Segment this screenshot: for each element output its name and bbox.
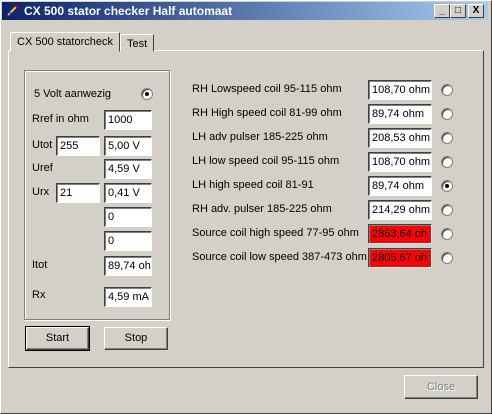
measurement-value-field[interactable]: 2863,64 oh: [368, 224, 432, 244]
rx-field[interactable]: 4,59 mA: [104, 287, 152, 307]
tab-test[interactable]: Test: [120, 34, 155, 51]
maximize-icon: □: [454, 5, 462, 16]
minimize-icon: _: [439, 5, 445, 16]
urx-field[interactable]: 0,41 V: [104, 183, 152, 203]
measurement-value-field[interactable]: 2805,67 oh: [368, 248, 432, 268]
measurement-radio[interactable]: [441, 180, 453, 192]
tab-statorcheck-label: CX 500 statorcheck: [17, 36, 113, 48]
five-volt-radio[interactable]: [141, 88, 153, 100]
measurement-label: Source coil low speed 387-473 ohm: [192, 251, 367, 263]
app-icon: [6, 3, 20, 17]
extra-field-2[interactable]: 0: [104, 231, 152, 251]
measurement-value-field[interactable]: 208,53 ohm: [368, 128, 432, 148]
close-button[interactable]: Close: [404, 375, 478, 399]
itot-field[interactable]: 89,74 oh: [104, 256, 152, 276]
measurement-label: RH Lowspeed coil 95-115 ohm: [192, 83, 342, 95]
measurement-label: LH high speed coil 81-91: [192, 179, 314, 191]
measurement-radio[interactable]: [441, 132, 453, 144]
measurement-value-field[interactable]: 214,29 ohm: [368, 200, 432, 220]
measurement-radio[interactable]: [441, 156, 453, 168]
extra-field-1[interactable]: 0: [104, 207, 152, 227]
measurement-value-field[interactable]: 108,70 ohm: [368, 152, 432, 172]
utot-field[interactable]: 5,00 V: [104, 136, 152, 156]
window-title: CX 500 stator checker Half automaat: [24, 4, 233, 18]
uref-field[interactable]: 4,59 V: [104, 159, 152, 179]
measurement-radio[interactable]: [441, 108, 453, 120]
rref-label: Rref in ohm: [32, 113, 89, 125]
measurement-value-field[interactable]: 89,74 ohm: [368, 176, 432, 196]
measurement-value-field[interactable]: 89,74 ohm: [368, 104, 432, 124]
measurement-radio[interactable]: [441, 252, 453, 264]
measurement-label: LH adv pulser 185-225 ohm: [192, 131, 328, 143]
urx-input[interactable]: 21: [56, 183, 100, 203]
measurement-label: RH High speed coil 81-99 ohm: [192, 107, 342, 119]
tab-statorcheck[interactable]: CX 500 statorcheck: [10, 32, 120, 52]
rx-label: Rx: [32, 289, 46, 301]
minimize-button[interactable]: _: [434, 4, 450, 18]
five-volt-label: 5 Volt aanwezig: [34, 88, 112, 100]
close-window-button[interactable]: X: [468, 4, 484, 18]
start-button[interactable]: Start: [25, 326, 90, 351]
utot-input[interactable]: 255: [56, 136, 100, 156]
measurement-label: RH adv. pulser 185-225 ohm: [192, 203, 332, 215]
uref-label: Uref: [32, 162, 53, 174]
itot-label: Itot: [32, 259, 48, 271]
measurement-value-field[interactable]: 108,70 ohm: [368, 80, 432, 100]
title-bar[interactable]: CX 500 stator checker Half automaat _ □ …: [2, 2, 488, 20]
measurement-label: LH low speed coil 95-115 ohm: [192, 155, 340, 167]
measurement-radio[interactable]: [441, 228, 453, 240]
close-icon: X: [472, 5, 480, 16]
tab-test-label: Test: [127, 38, 148, 50]
stop-button[interactable]: Stop: [104, 327, 168, 350]
urx-label: Urx: [32, 186, 50, 198]
maximize-button[interactable]: □: [450, 4, 466, 18]
measurement-label: Source coil high speed 77-95 ohm: [192, 227, 359, 239]
utot-label: Utot: [32, 139, 53, 151]
measurement-radio[interactable]: [441, 204, 453, 216]
measurement-radio[interactable]: [441, 84, 453, 96]
rref-field[interactable]: 1000: [104, 110, 152, 130]
